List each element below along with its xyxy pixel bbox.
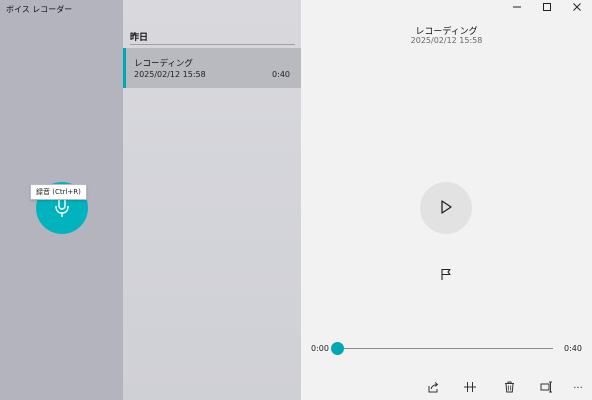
delete-icon: [504, 381, 515, 396]
total-time: 0:40: [564, 344, 582, 353]
voice-recorder-window: ボイス レコーダー 録音 (Ctrl+R) 昨日 レコーディング 2025/02…: [0, 0, 592, 400]
minimize-button[interactable]: [502, 0, 532, 16]
flag-icon: [440, 268, 452, 284]
recording-timestamp: 2025/02/12 15:58: [410, 36, 483, 45]
close-icon: [572, 2, 582, 15]
close-button[interactable]: [562, 0, 592, 16]
maximize-button[interactable]: [532, 0, 562, 16]
left-rail: ボイス レコーダー 録音 (Ctrl+R): [0, 0, 123, 400]
record-tooltip: 録音 (Ctrl+R): [30, 184, 87, 200]
seek-track[interactable]: [337, 348, 553, 349]
maximize-icon: [542, 2, 552, 15]
more-button[interactable]: ···: [570, 380, 586, 396]
selection-indicator: [123, 48, 126, 88]
recording-duration: 0:40: [272, 70, 290, 79]
window-controls: [502, 0, 592, 16]
recording-date: 2025/02/12 15:58: [134, 70, 206, 79]
play-icon: [438, 199, 454, 218]
list-item[interactable]: レコーディング 2025/02/12 15:58 0:40: [123, 48, 301, 88]
app-title: ボイス レコーダー: [6, 5, 73, 14]
seek-thumb[interactable]: [331, 342, 344, 355]
share-button[interactable]: [425, 380, 441, 396]
group-header: 昨日: [130, 33, 149, 43]
rename-button[interactable]: [538, 380, 554, 396]
playback-pane: レコーディング 2025/02/12 15:58 0:00 0:40 ···: [301, 0, 592, 400]
trim-icon: [463, 381, 477, 396]
rename-icon: [540, 381, 553, 396]
minimize-icon: [512, 2, 522, 15]
divider: [130, 44, 295, 45]
delete-button[interactable]: [501, 380, 517, 396]
recordings-list: 昨日 レコーディング 2025/02/12 15:58 0:40: [123, 0, 301, 400]
play-button[interactable]: [420, 182, 472, 234]
share-icon: [427, 381, 439, 396]
trim-button[interactable]: [462, 380, 478, 396]
recording-name: レコーディング: [134, 59, 193, 69]
bottom-toolbar: ···: [301, 380, 592, 396]
add-marker-button[interactable]: [439, 268, 453, 284]
elapsed-time: 0:00: [311, 344, 329, 353]
more-icon: ···: [573, 382, 583, 394]
